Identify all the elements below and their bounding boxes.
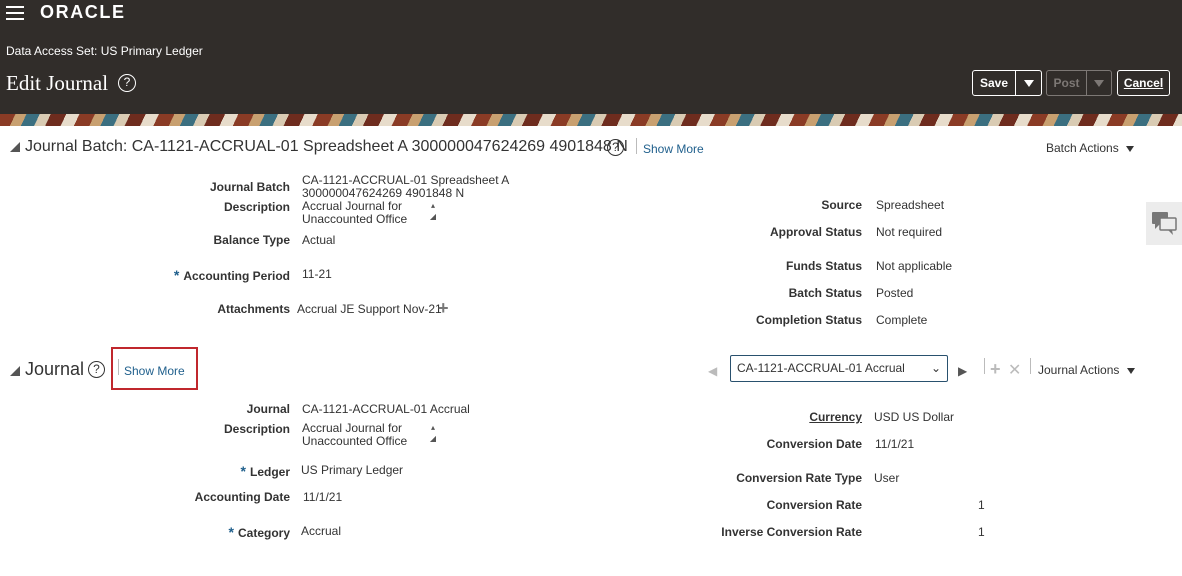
chevron-down-icon: [1126, 145, 1135, 152]
approval-status-value: Not required: [876, 225, 943, 239]
conversion-rate-type-label: Conversion Rate Type: [736, 471, 862, 485]
batch-actions-menu[interactable]: Batch Actions: [1046, 141, 1135, 155]
hamburger-menu-icon[interactable]: [6, 6, 24, 20]
required-mark: *: [240, 463, 246, 479]
data-access-set: Data Access Set: US Primary Ledger: [6, 44, 203, 58]
batch-description-label: Description: [223, 200, 290, 214]
source-label: Source: [821, 198, 862, 212]
divider: [984, 358, 985, 374]
prev-arrow-icon: ◀: [708, 364, 718, 378]
help-icon[interactable]: ?: [88, 361, 105, 378]
divider: [636, 138, 637, 154]
balance-type-value: Actual: [302, 233, 336, 247]
journal-label: Journal: [246, 402, 290, 416]
chat-bubbles-icon: [1152, 212, 1177, 235]
journal-title: Journal: [25, 359, 85, 379]
required-mark: *: [173, 267, 180, 283]
next-arrow-icon[interactable]: ▶: [958, 364, 967, 378]
ledger-label: * Ledger: [150, 463, 290, 479]
accounting-period-label-text: Accounting Period: [183, 269, 290, 283]
save-dropdown-button[interactable]: [1015, 70, 1042, 96]
required-mark: *: [228, 524, 234, 540]
conversion-date-value: 11/1/21: [875, 437, 915, 451]
side-panel-tab[interactable]: [1146, 202, 1182, 245]
category-label-text: Category: [237, 526, 290, 540]
journal-batch-value: CA-1121-ACCRUAL-01 Spreadsheet A 3000000…: [302, 174, 509, 200]
delete-x-icon: ✕: [1008, 362, 1022, 379]
accounting-period-value: 11-21: [302, 267, 332, 281]
conversion-date-label: Conversion Date: [766, 437, 862, 451]
collapse-triangle-icon[interactable]: [10, 366, 20, 376]
collapse-triangle-icon[interactable]: [10, 142, 20, 152]
journal-batch-label: Journal Batch: [209, 180, 290, 194]
funds-status-label: Funds Status: [785, 259, 862, 273]
accounting-date-value: 11/1/21: [303, 490, 343, 504]
journal-description-label: Description: [223, 422, 290, 436]
batch-actions-label: Batch Actions: [1046, 141, 1119, 155]
cancel-label: Cancel: [1123, 76, 1164, 90]
decorative-banner: [0, 114, 1182, 126]
highlight-box: [111, 347, 198, 390]
chevron-down-icon: ⌄: [930, 361, 941, 375]
chevron-down-icon: [1023, 80, 1034, 88]
oracle-logo: ORACLE: [40, 2, 126, 22]
accounting-period-label: * Accounting Period: [120, 267, 290, 283]
batch-description-field[interactable]: Accrual Journal for Unaccounted Office ▴…: [302, 200, 442, 228]
help-icon[interactable]: ?: [118, 74, 136, 92]
ledger-label-text: Ledger: [249, 465, 290, 479]
funds-status-link[interactable]: Not applicable: [876, 259, 952, 273]
spin-arrows-icon[interactable]: ▴ ◢: [426, 422, 440, 450]
journal-actions-label: Journal Actions: [1038, 363, 1120, 377]
save-button[interactable]: Save: [972, 70, 1016, 96]
completion-status-value: Complete: [876, 313, 928, 327]
spin-arrows-icon[interactable]: ▴ ◢: [426, 200, 440, 228]
completion-status-label: Completion Status: [755, 313, 862, 327]
divider: [1030, 358, 1031, 374]
journal-section-header: Journal: [10, 359, 84, 380]
help-icon[interactable]: ?: [607, 139, 624, 156]
balance-type-label: Balance Type: [213, 233, 290, 247]
currency-value: USD US Dollar: [874, 410, 955, 424]
batch-section-header: Journal Batch: CA-1121-ACCRUAL-01 Spread…: [10, 138, 628, 156]
chevron-down-icon: [1094, 80, 1104, 88]
post-button: Post: [1046, 70, 1087, 96]
attachments-link[interactable]: Accrual JE Support Nov-21: [297, 302, 442, 316]
batch-status-label: Batch Status: [788, 286, 862, 300]
plus-icon: +: [990, 359, 1001, 379]
batch-show-more-link[interactable]: Show More: [643, 142, 704, 156]
currency-label[interactable]: Currency: [700, 410, 862, 424]
category-label: * Category: [150, 524, 290, 540]
journal-selector-value: CA-1121-ACCRUAL-01 Accrual: [737, 361, 905, 375]
journal-actions-menu[interactable]: Journal Actions: [1038, 363, 1135, 377]
conversion-rate-type-value: User: [874, 471, 900, 485]
conversion-rate-label: Conversion Rate: [766, 498, 862, 512]
approval-status-label: Approval Status: [769, 225, 862, 239]
accounting-date-label: Accounting Date: [194, 490, 290, 504]
category-value: Accrual: [301, 524, 342, 538]
source-value: Spreadsheet: [876, 198, 945, 212]
batch-status-value: Posted: [876, 286, 914, 300]
inverse-conversion-rate-value: 1: [978, 525, 985, 539]
post-dropdown-button: [1086, 70, 1112, 96]
cancel-button[interactable]: Cancel: [1117, 70, 1170, 96]
journal-description-line2: Unaccounted Office: [302, 434, 408, 448]
attachments-label: Attachments: [217, 302, 290, 316]
plus-icon[interactable]: +: [438, 298, 449, 319]
batch-title: Journal Batch: CA-1121-ACCRUAL-01 Spread…: [25, 138, 628, 155]
page-header: ORACLE Data Access Set: US Primary Ledge…: [0, 0, 1182, 114]
conversion-rate-value: 1: [978, 498, 985, 512]
chevron-down-icon: [1126, 367, 1135, 374]
journal-description-field[interactable]: Accrual Journal for Unaccounted Office ▴…: [302, 422, 442, 450]
batch-description-line2: Unaccounted Office: [302, 212, 408, 226]
ledger-value: US Primary Ledger: [301, 463, 404, 477]
inverse-conversion-rate-label: Inverse Conversion Rate: [721, 525, 862, 539]
journal-selector[interactable]: CA-1121-ACCRUAL-01 Accrual ⌄: [730, 355, 948, 382]
page-title: Edit Journal: [6, 71, 109, 95]
journal-value: CA-1121-ACCRUAL-01 Accrual: [302, 402, 470, 416]
